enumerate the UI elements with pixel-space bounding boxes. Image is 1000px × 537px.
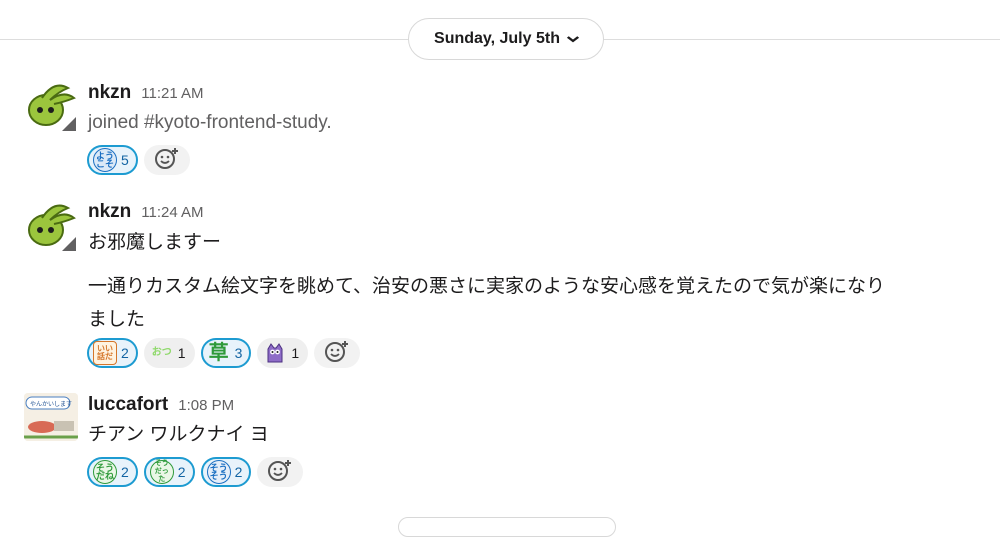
- reaction-iihanashida[interactable]: いい話だ 2: [87, 338, 138, 368]
- reaction-soudane[interactable]: そうだね 2: [87, 457, 138, 487]
- reaction-count: 2: [234, 464, 243, 480]
- otsu-emoji: おつ: [151, 347, 172, 358]
- timestamp[interactable]: 11:21 AM: [141, 85, 203, 102]
- date-divider-label: Sunday, July 5th: [434, 30, 560, 47]
- timestamp[interactable]: 1:08 PM: [178, 397, 234, 414]
- sousou-emoji: そうそう: [206, 460, 231, 484]
- purple-creature-emoji: [263, 341, 287, 365]
- kusa-emoji: 草: [208, 342, 229, 364]
- youkoso-emoji: ようこそ: [93, 148, 117, 172]
- reaction-count: 3: [234, 345, 243, 361]
- reaction-count: 5: [121, 152, 129, 168]
- reaction-count: 2: [177, 464, 186, 480]
- message-text: お邪魔しますー 一通りカスタム絵文字を眺めて、治安の悪さに実家のような安心感を覚…: [88, 226, 885, 336]
- author-name[interactable]: nkzn: [88, 201, 131, 223]
- reaction-count: 2: [121, 345, 129, 361]
- reaction-count: 1: [177, 345, 186, 361]
- soudane-emoji: そうだね: [93, 460, 117, 484]
- author-name[interactable]: luccafort: [88, 394, 168, 416]
- avatar-caption: やんかいします: [30, 400, 72, 408]
- reactions-bar: ようこそ 5: [87, 145, 190, 175]
- message-line: お邪魔しますー: [88, 232, 222, 253]
- message-line: チアン ワルクナイ ヨ: [88, 424, 269, 445]
- status-indicator: [62, 237, 76, 251]
- add-reaction-icon: [267, 458, 293, 487]
- next-date-divider-button[interactable]: [398, 517, 616, 537]
- iihanashida-emoji: いい話だ: [93, 341, 117, 365]
- reaction-otsu[interactable]: おつ 1: [143, 338, 195, 368]
- message-text: joined #kyoto-frontend-study.: [88, 106, 332, 139]
- reactions-bar: そうだね 2 そうだった 2 そうそう 2: [87, 457, 304, 487]
- reaction-youkoso[interactable]: ようこそ 5: [87, 145, 138, 175]
- reaction-count: 1: [291, 345, 300, 361]
- reaction-sousou[interactable]: そうそう 2: [200, 457, 252, 487]
- chevron-down-icon: [566, 34, 580, 46]
- add-reaction-button[interactable]: [314, 338, 361, 368]
- author-name[interactable]: nkzn: [88, 82, 131, 104]
- timestamp[interactable]: 11:24 AM: [141, 204, 203, 221]
- reactions-bar: いい話だ 2 おつ 1 草 3 1: [87, 338, 361, 368]
- message-text: チアン ワルクナイ ヨ: [88, 418, 269, 451]
- message-line: ました: [88, 309, 146, 330]
- soudatta-emoji: そうだった: [149, 460, 174, 484]
- reaction-count: 2: [121, 464, 129, 480]
- add-reaction-button[interactable]: [143, 145, 190, 175]
- message-line: 一通りカスタム絵文字を眺めて、治安の悪さに実家のような安心感を覚えたので気が楽に…: [88, 276, 886, 297]
- message-line: joined #kyoto-frontend-study.: [88, 112, 332, 133]
- reaction-purple-creature[interactable]: 1: [257, 338, 309, 368]
- avatar[interactable]: やんかいします: [24, 393, 78, 441]
- add-reaction-button[interactable]: [257, 457, 304, 487]
- reaction-kusa[interactable]: 草 3: [200, 338, 252, 368]
- status-indicator: [62, 117, 76, 131]
- add-reaction-icon: [154, 146, 180, 175]
- add-reaction-icon: [324, 339, 350, 368]
- date-divider-button[interactable]: Sunday, July 5th: [408, 18, 604, 60]
- reaction-soudatta[interactable]: そうだった 2: [143, 457, 195, 487]
